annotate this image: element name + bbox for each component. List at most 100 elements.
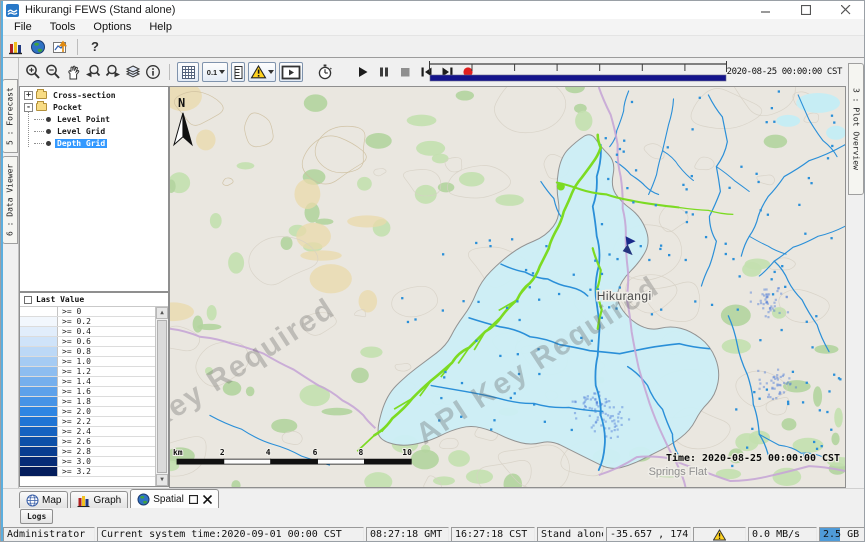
legend-row[interactable]: >= 2.2 bbox=[20, 417, 155, 427]
legend-color-swatch bbox=[20, 377, 58, 386]
zoom-in-icon[interactable] bbox=[23, 62, 43, 82]
legend-row[interactable]: >= 0.4 bbox=[20, 327, 155, 337]
legend-row[interactable]: >= 1.6 bbox=[20, 387, 155, 397]
legend-scrollbar[interactable]: ▲ ▼ bbox=[155, 307, 168, 486]
tree-item[interactable]: Depth Grid bbox=[20, 137, 168, 149]
stop-button[interactable] bbox=[397, 62, 413, 82]
scrollbar-thumb[interactable] bbox=[157, 320, 167, 473]
tree-item[interactable]: Level Point bbox=[20, 113, 168, 125]
filter-tree-panel: + Cross-section - Pocket bbox=[19, 86, 169, 292]
legend-value-label: >= 2.2 bbox=[58, 417, 91, 426]
legend-row[interactable]: >= 0.6 bbox=[20, 337, 155, 347]
time-slider[interactable] bbox=[428, 60, 728, 84]
tab-close-icon[interactable] bbox=[203, 495, 212, 504]
tab-graph[interactable]: Graph bbox=[70, 491, 128, 508]
sidebar-tab-data-viewer[interactable]: 6 : Data Viewer bbox=[2, 156, 18, 244]
status-user: Administrator bbox=[3, 527, 95, 542]
legend-row[interactable]: >= 2.0 bbox=[20, 407, 155, 417]
menu-bar: FileToolsOptionsHelp bbox=[1, 19, 865, 36]
tab-spatial[interactable]: Spatial bbox=[130, 489, 219, 508]
animation-timer-icon[interactable] bbox=[315, 62, 335, 82]
legend-row[interactable]: >= 2.4 bbox=[20, 427, 155, 437]
svg-text:km: km bbox=[173, 448, 183, 457]
legend-row[interactable]: >= 1.0 bbox=[20, 357, 155, 367]
graph-bars-icon bbox=[77, 494, 90, 507]
grid-display-button[interactable] bbox=[177, 62, 199, 82]
tab-graph-label: Graph bbox=[93, 495, 121, 506]
legend-row[interactable]: >= 0.8 bbox=[20, 347, 155, 357]
node-bullet-icon bbox=[46, 129, 51, 134]
sidebar-tab-forecast[interactable]: 5 : Forecast bbox=[2, 79, 18, 153]
close-button[interactable] bbox=[826, 1, 865, 19]
scroll-up-icon[interactable]: ▲ bbox=[156, 307, 168, 319]
map-viewport[interactable]: API Key Required API Key Required N km 2… bbox=[169, 86, 846, 488]
legend-row[interactable]: >= 1.8 bbox=[20, 397, 155, 407]
data-explorer-icon[interactable] bbox=[5, 37, 27, 56]
zoom-next-icon[interactable] bbox=[103, 62, 123, 82]
legend-row[interactable]: >= 0.2 bbox=[20, 317, 155, 327]
tab-map[interactable]: Map bbox=[19, 491, 68, 508]
tree-item[interactable]: Level Grid bbox=[20, 125, 168, 137]
legend-row[interactable]: >= 3.0 bbox=[20, 457, 155, 467]
legend-row[interactable]: >= 0 bbox=[20, 307, 155, 317]
tab-restore-icon[interactable] bbox=[189, 495, 198, 504]
legend-panel: Last Value >= 0 >= 0.2 >= 0.4 bbox=[19, 292, 169, 487]
status-memory: 2.5 GB bbox=[819, 527, 865, 542]
spatial-display-icon[interactable] bbox=[49, 37, 71, 56]
tree-connector bbox=[28, 111, 29, 147]
play-button[interactable] bbox=[355, 62, 371, 82]
legend-color-swatch bbox=[20, 457, 58, 466]
legend-color-swatch bbox=[20, 347, 58, 356]
legend-color-swatch bbox=[20, 437, 58, 446]
last-value-checkbox[interactable] bbox=[24, 296, 32, 304]
town-label: Hikurangi bbox=[597, 289, 652, 303]
legend-row[interactable]: >= 2.6 bbox=[20, 437, 155, 447]
maximize-button[interactable] bbox=[786, 1, 826, 19]
tree-item[interactable]: + Cross-section bbox=[20, 89, 168, 101]
legend-color-swatch bbox=[20, 307, 58, 316]
legend-row[interactable]: >= 1.4 bbox=[20, 377, 155, 387]
menu-item[interactable]: Tools bbox=[41, 20, 85, 34]
warning-threshold-dropdown[interactable] bbox=[248, 62, 276, 82]
legend-row[interactable]: >= 2.8 bbox=[20, 447, 155, 457]
legend-value-label: >= 2.6 bbox=[58, 437, 91, 446]
info-icon[interactable] bbox=[143, 62, 163, 82]
legend-row[interactable]: >= 3.2 bbox=[20, 467, 155, 477]
profile-button[interactable] bbox=[231, 62, 245, 82]
status-alert-cell[interactable] bbox=[693, 527, 746, 542]
tree-expander-icon[interactable]: + bbox=[24, 91, 33, 100]
legend-row[interactable]: >= 1.2 bbox=[20, 367, 155, 377]
legend-value-label: >= 2.0 bbox=[58, 407, 91, 416]
tree-item[interactable]: - Pocket bbox=[20, 101, 168, 113]
pan-hand-icon[interactable] bbox=[63, 62, 83, 82]
legend-color-swatch bbox=[20, 367, 58, 376]
window-title: Hikurangi FEWS (Stand alone) bbox=[25, 4, 175, 16]
logs-row: Logs bbox=[1, 508, 865, 526]
sidebar-tab-plot-overview[interactable]: 3 : Plot Overview bbox=[848, 63, 864, 195]
svg-text:2: 2 bbox=[220, 448, 225, 457]
zoom-out-icon[interactable] bbox=[43, 62, 63, 82]
legend-value-label: >= 1.6 bbox=[58, 387, 91, 396]
pause-button[interactable] bbox=[376, 62, 392, 82]
svg-text:8: 8 bbox=[358, 448, 363, 457]
tree-item-label: Pocket bbox=[51, 103, 84, 112]
animation-panel-button[interactable] bbox=[279, 62, 303, 82]
window-border bbox=[1, 1, 3, 542]
tree-branch-line bbox=[34, 131, 44, 132]
map-time-label: Time: 2020-08-25 00:00:00 CST bbox=[666, 452, 840, 464]
scroll-down-icon[interactable]: ▼ bbox=[156, 474, 168, 486]
minimize-button[interactable] bbox=[746, 1, 786, 19]
legend-value-label: >= 1.4 bbox=[58, 377, 91, 386]
zoom-previous-icon[interactable] bbox=[83, 62, 103, 82]
menu-item[interactable]: Options bbox=[84, 20, 140, 34]
area-label: Springs Flat bbox=[649, 466, 707, 478]
logs-button[interactable]: Logs bbox=[20, 509, 53, 524]
menu-item[interactable]: File bbox=[5, 20, 41, 34]
help-icon[interactable]: ? bbox=[84, 37, 106, 56]
status-system-time: Current system time:2020-09-01 00:00 CST bbox=[97, 527, 364, 542]
globe-map-icon[interactable] bbox=[27, 37, 49, 56]
class-interval-dropdown[interactable]: 0.1 bbox=[202, 62, 228, 82]
layers-icon[interactable] bbox=[123, 62, 143, 82]
legend-list: >= 0 >= 0.2 >= 0.4 >= 0.6 bbox=[20, 307, 155, 486]
menu-item[interactable]: Help bbox=[140, 20, 181, 34]
